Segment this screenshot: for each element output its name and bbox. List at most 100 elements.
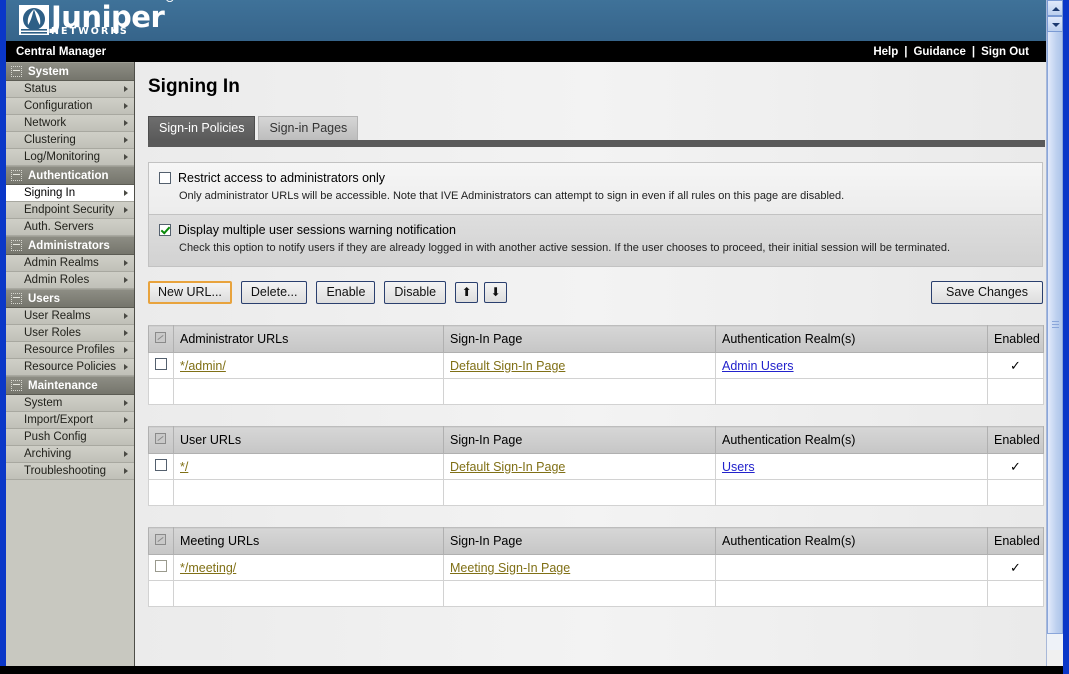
tab-sign-in-pages[interactable]: Sign-in Pages xyxy=(258,116,359,140)
arrow-down-icon: ⬇ xyxy=(490,285,501,299)
sidebar-item-log-monitoring[interactable]: Log/Monitoring xyxy=(6,149,134,166)
collapse-toggle-icon[interactable] xyxy=(11,293,22,304)
scroll-up-icon[interactable] xyxy=(1047,0,1063,16)
restrict-access-label: Restrict access to administrators only xyxy=(178,171,386,185)
sidebar-group-system[interactable]: System xyxy=(6,62,134,81)
chevron-right-icon xyxy=(124,277,128,283)
sidebar-item-archiving[interactable]: Archiving xyxy=(6,446,134,463)
restrict-access-description: Only administrator URLs will be accessib… xyxy=(179,190,845,202)
chevron-right-icon xyxy=(124,154,128,160)
sidebar-item-label: Network xyxy=(24,117,67,129)
sidebar-group-label: Users xyxy=(28,292,60,305)
scrollbar-thumb[interactable] xyxy=(1047,16,1063,634)
delete-button[interactable]: Delete... xyxy=(240,281,308,304)
collapse-toggle-icon[interactable] xyxy=(11,66,22,77)
row-url-cell: */ xyxy=(173,453,444,480)
table-header-row: Administrator URLs Sign-In Page Authenti… xyxy=(148,325,1044,353)
move-up-button[interactable]: ⬆ xyxy=(455,282,479,303)
select-all-header[interactable] xyxy=(148,527,174,555)
select-all-checkbox-icon[interactable] xyxy=(155,433,166,444)
realm-link[interactable]: Users xyxy=(722,460,755,474)
guidance-link[interactable]: Guidance xyxy=(907,46,971,58)
select-all-header[interactable] xyxy=(148,426,174,454)
empty-cell xyxy=(715,580,988,607)
sidebar-group-users[interactable]: Users xyxy=(6,289,134,308)
collapse-toggle-icon[interactable] xyxy=(11,240,22,251)
sidebar-group-authentication[interactable]: Authentication xyxy=(6,166,134,185)
sidebar-item-network[interactable]: Network xyxy=(6,115,134,132)
sidebar-item-resource-policies[interactable]: Resource Policies xyxy=(6,359,134,376)
vertical-scrollbar[interactable] xyxy=(1046,0,1063,666)
scroll-down-icon[interactable] xyxy=(1047,16,1063,32)
select-all-header[interactable] xyxy=(148,325,174,353)
row-select-cell[interactable] xyxy=(148,554,174,581)
realm-link[interactable]: Admin Users xyxy=(722,359,794,373)
sign-out-link[interactable]: Sign Out xyxy=(975,46,1035,58)
sidebar-item-status[interactable]: Status xyxy=(6,81,134,98)
save-changes-button[interactable]: Save Changes xyxy=(930,281,1043,304)
new-url-button[interactable]: New URL... xyxy=(148,281,232,304)
sidebar-item-admin-realms[interactable]: Admin Realms xyxy=(6,255,134,272)
user-url-link[interactable]: */ xyxy=(180,460,188,474)
move-down-button[interactable]: ⬇ xyxy=(484,282,508,303)
sidebar-item-user-realms[interactable]: User Realms xyxy=(6,308,134,325)
session-warning-checkbox[interactable] xyxy=(159,224,171,236)
select-all-checkbox-icon[interactable] xyxy=(155,332,166,343)
sidebar-group-label: System xyxy=(28,65,69,78)
row-checkbox[interactable] xyxy=(155,358,167,370)
tab-sign-in-policies[interactable]: Sign-in Policies xyxy=(148,116,256,140)
help-link[interactable]: Help xyxy=(867,46,904,58)
sidebar-item-resource-profiles[interactable]: Resource Profiles xyxy=(6,342,134,359)
sign-in-page-link[interactable]: Default Sign-In Page xyxy=(450,460,565,474)
chevron-right-icon xyxy=(124,468,128,474)
admin-url-link[interactable]: */admin/ xyxy=(180,359,226,373)
restrict-access-checkbox[interactable] xyxy=(159,172,171,184)
column-header-url: Meeting URLs xyxy=(173,527,444,555)
sidebar-item-user-roles[interactable]: User Roles xyxy=(6,325,134,342)
empty-cell xyxy=(715,479,988,506)
tab-bar: Sign-in Policies Sign-in Pages xyxy=(148,116,1040,140)
sidebar-item-admin-roles[interactable]: Admin Roles xyxy=(6,272,134,289)
sidebar-item-import-export[interactable]: Import/Export xyxy=(6,412,134,429)
administrator-urls-section: Administrator URLs Sign-In Page Authenti… xyxy=(148,325,1044,405)
scrollbar-track[interactable] xyxy=(1047,16,1063,650)
disable-button[interactable]: Disable xyxy=(384,281,447,304)
collapse-toggle-icon[interactable] xyxy=(11,170,22,181)
tab-underline xyxy=(148,140,1045,147)
sidebar-item-maintenance-system[interactable]: System xyxy=(6,395,134,412)
row-select-cell[interactable] xyxy=(148,352,174,379)
row-checkbox[interactable] xyxy=(155,459,167,471)
sidebar-item-clustering[interactable]: Clustering xyxy=(6,132,134,149)
sidebar-group-administrators[interactable]: Administrators xyxy=(6,236,134,255)
sidebar-item-push-config[interactable]: Push Config xyxy=(6,429,134,446)
empty-cell xyxy=(173,479,444,506)
select-all-checkbox-icon[interactable] xyxy=(155,534,166,545)
sidebar-item-endpoint-security[interactable]: Endpoint Security xyxy=(6,202,134,219)
row-page-cell: Default Sign-In Page xyxy=(443,453,716,480)
sign-in-page-link[interactable]: Meeting Sign-In Page xyxy=(450,561,570,575)
column-header-realm: Authentication Realm(s) xyxy=(715,325,988,353)
page-title: Signing In xyxy=(148,76,240,97)
sidebar-item-auth-servers[interactable]: Auth. Servers xyxy=(6,219,134,236)
sidebar-group-maintenance[interactable]: Maintenance xyxy=(6,376,134,395)
sign-in-page-link[interactable]: Default Sign-In Page xyxy=(450,359,565,373)
action-toolbar: New URL... Delete... Enable Disable ⬆ ⬇ … xyxy=(148,281,1043,304)
enabled-check-icon: ✓ xyxy=(1010,559,1021,575)
user-urls-section: User URLs Sign-In Page Authentication Re… xyxy=(148,426,1044,506)
table-row: */meeting/ Meeting Sign-In Page ✓ xyxy=(148,554,1044,581)
chevron-right-icon xyxy=(124,313,128,319)
sidebar-item-troubleshooting[interactable]: Troubleshooting xyxy=(6,463,134,480)
empty-cell xyxy=(148,378,174,405)
logo-registered-mark: ® xyxy=(164,0,175,5)
row-checkbox[interactable] xyxy=(155,560,167,572)
sidebar-item-signing-in[interactable]: Signing In xyxy=(6,185,134,202)
row-select-cell[interactable] xyxy=(148,453,174,480)
chevron-right-icon xyxy=(124,207,128,213)
enable-button[interactable]: Enable xyxy=(316,281,376,304)
empty-cell xyxy=(443,479,716,506)
sidebar-item-configuration[interactable]: Configuration xyxy=(6,98,134,115)
collapse-toggle-icon[interactable] xyxy=(11,380,22,391)
window-bottom-border xyxy=(0,666,1069,674)
meeting-url-link[interactable]: */meeting/ xyxy=(180,561,236,575)
empty-cell xyxy=(715,378,988,405)
